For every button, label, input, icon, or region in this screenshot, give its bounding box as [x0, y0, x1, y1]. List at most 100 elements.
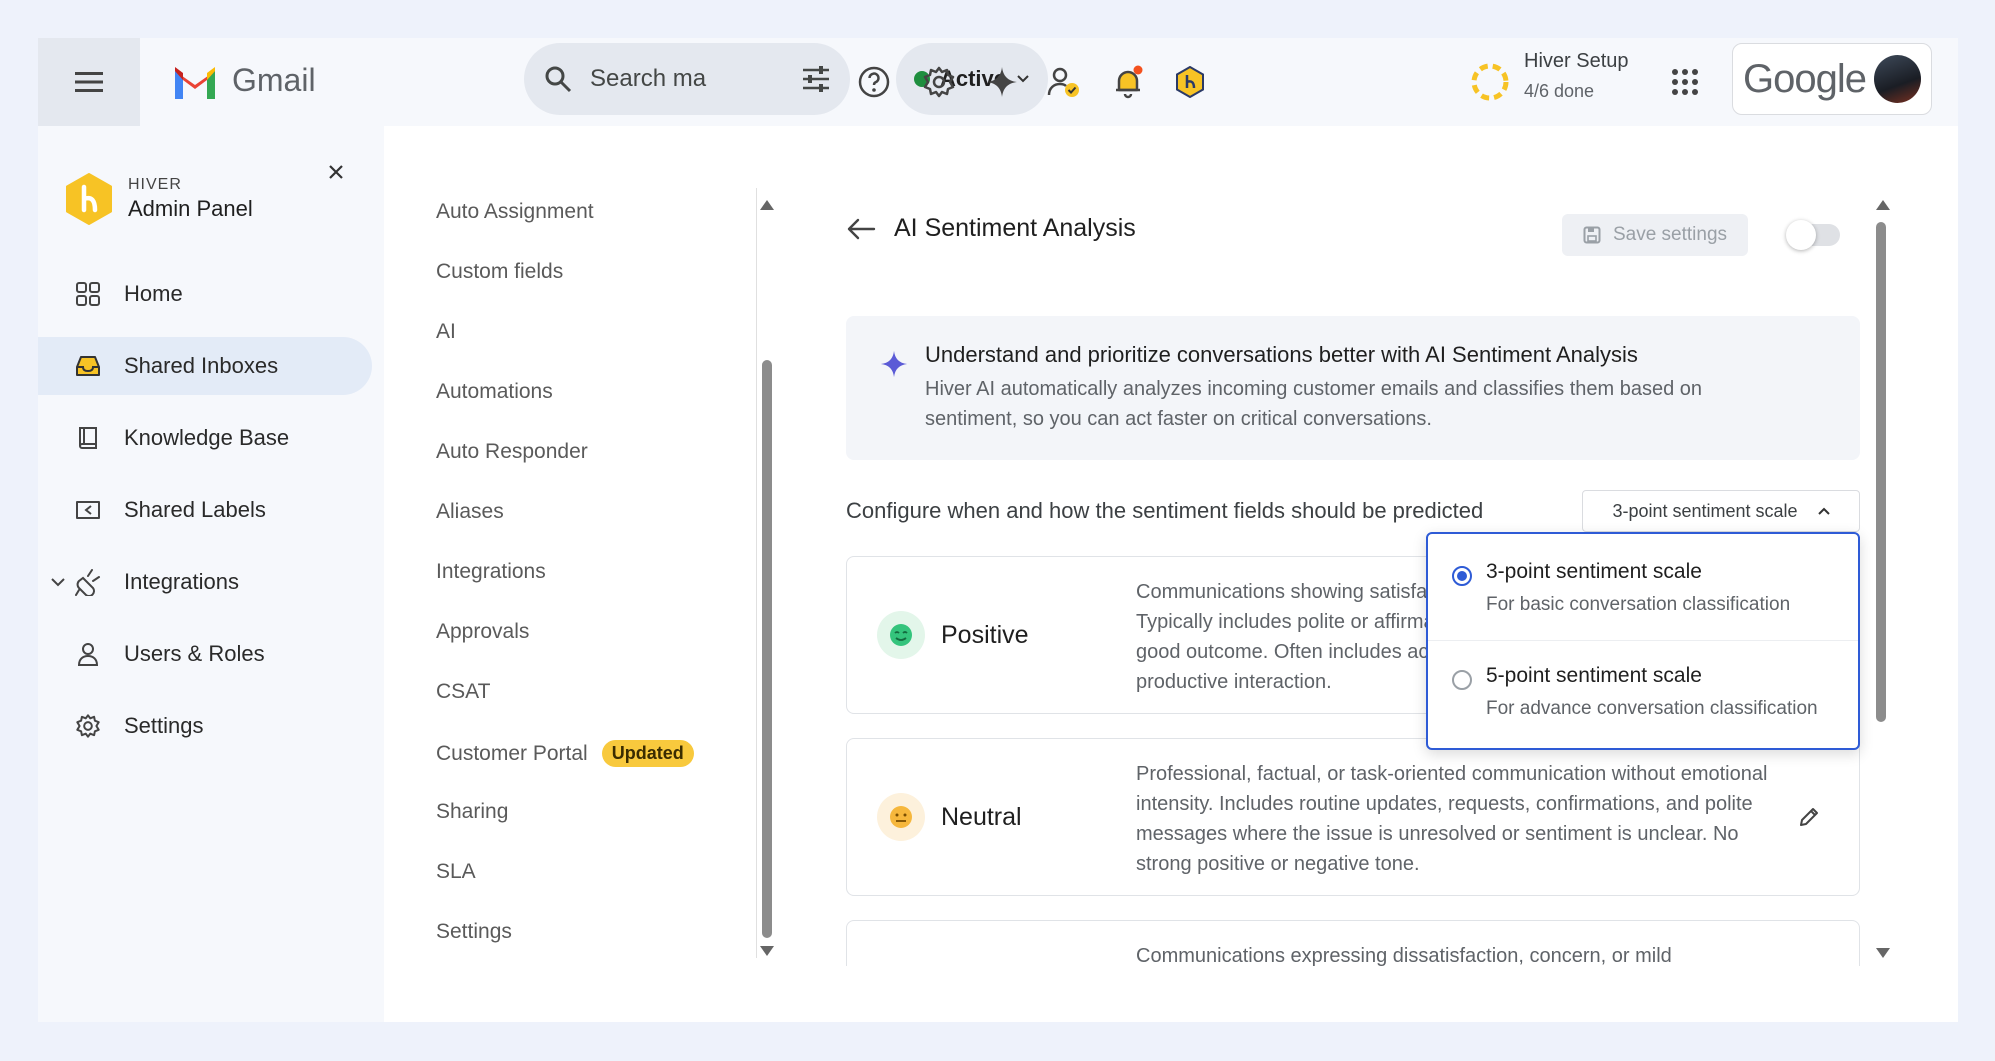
sidebar-item-settings[interactable]: Settings [38, 697, 372, 755]
main-menu-button[interactable] [38, 38, 140, 126]
submenu-item-label: SLA [436, 860, 476, 883]
assign-button[interactable] [1042, 60, 1086, 104]
google-wordmark: Google [1743, 56, 1867, 101]
sidebar-item-label: Shared Labels [124, 497, 266, 522]
scroll-up-icon[interactable] [760, 200, 774, 210]
sidebar-item-label: Integrations [124, 569, 239, 594]
submenu-item-label: CSAT [436, 680, 491, 703]
radio-selected[interactable] [1452, 566, 1472, 586]
sidebar-item-home[interactable]: Home [38, 265, 372, 323]
scale-select-value: 3-point sentiment scale [1612, 500, 1798, 521]
submenu-item-label: Aliases [436, 500, 504, 523]
submenu-item-custom-fields[interactable]: Custom fields [436, 260, 563, 284]
submenu-item-ai[interactable]: AI [436, 320, 456, 344]
ai-sparkle-icon [880, 350, 908, 378]
gear-icon [923, 66, 955, 98]
sentiment-scale-select[interactable]: 3-point sentiment scale [1582, 490, 1860, 532]
sidebar-item-shared-labels[interactable]: Shared Labels [38, 481, 372, 539]
settings-button[interactable] [917, 60, 961, 104]
save-settings-label: Save settings [1612, 224, 1728, 245]
gmail-wordmark: Gmail [232, 62, 316, 98]
help-button[interactable] [852, 60, 896, 104]
option-subtitle: For basic conversation classification [1486, 594, 1791, 615]
avatar [1873, 55, 1921, 103]
hiver-extension-button[interactable] [1168, 60, 1212, 104]
bell-icon [1116, 65, 1143, 99]
brand-small: HIVER [128, 176, 182, 193]
submenu-item-automations[interactable]: Automations [436, 380, 553, 404]
submenu-item-auto-assignment[interactable]: Auto Assignment [436, 200, 594, 224]
setup-progress: 4/6 done [1524, 81, 1595, 101]
scroll-up-icon[interactable] [1876, 200, 1890, 210]
sentiment-name: Positive [941, 621, 1029, 649]
chevron-down-icon[interactable] [50, 577, 66, 587]
gmail-logo[interactable]: Gmail [172, 62, 316, 99]
gmail-header: Gmail Search ma Active Hiver Setup 4/6 d… [38, 38, 1958, 126]
info-title: Understand and prioritize conversations … [925, 342, 1638, 367]
submenu-item-label: Integrations [436, 560, 546, 583]
sidebar-item-integrations[interactable]: Integrations [38, 553, 372, 611]
sentiment-card-negative: Communications expressing dissatisfactio… [846, 920, 1860, 966]
sentiment-description: Communications showing satisfaction, app… [1136, 577, 1436, 697]
toggle-knob [1786, 220, 1816, 250]
submenu-item-label: Approvals [436, 620, 530, 643]
sentiment-description-text: Communications showing satisfaction, app… [1136, 581, 1436, 693]
submenu-scrollbar[interactable] [762, 360, 772, 938]
sidebar-item-shared-inboxes[interactable]: Shared Inboxes [38, 337, 372, 395]
scroll-down-icon[interactable] [760, 946, 774, 956]
submenu-item-csat[interactable]: CSAT [436, 680, 490, 704]
submenu-item-label: Auto Assignment [436, 200, 594, 223]
sentiment-card-neutral: Neutral Professional, factual, or task-o… [846, 738, 1860, 896]
search-options-icon[interactable] [802, 66, 830, 92]
updated-badge: Updated [601, 740, 694, 767]
mail-search-bar[interactable]: Search ma [524, 43, 850, 115]
save-icon [1583, 226, 1601, 244]
radio-unselected[interactable] [1452, 670, 1472, 690]
option-5-point-scale[interactable]: 5-point sentiment scale For advance conv… [1428, 638, 1858, 740]
apps-button[interactable] [1663, 60, 1707, 104]
sentiment-scale-dropdown: 3-point sentiment scale For basic conver… [1426, 532, 1860, 750]
submenu-item-approvals[interactable]: Approvals [436, 620, 529, 644]
submenu-item-auto-responder[interactable]: Auto Responder [436, 440, 588, 464]
close-button[interactable] [328, 156, 344, 187]
google-account-button[interactable]: Google [1732, 43, 1932, 115]
option-subtitle: For advance conversation classification [1486, 698, 1818, 719]
scroll-down-icon[interactable] [1876, 948, 1890, 958]
sidebar-item-users-roles[interactable]: Users & Roles [38, 625, 372, 683]
sentiment-name: Neutral [941, 803, 1022, 831]
submenu-item-label: Auto Responder [436, 440, 588, 463]
content-scrollbar[interactable] [1876, 222, 1886, 722]
submenu-item-aliases[interactable]: Aliases [436, 500, 504, 524]
save-settings-button[interactable]: Save settings [1562, 214, 1748, 256]
edit-pencil-icon[interactable] [1797, 805, 1821, 829]
sidebar-item-label: Settings [124, 713, 204, 738]
setup-title: Hiver Setup [1524, 50, 1629, 72]
submenu-item-integrations[interactable]: Integrations [436, 560, 546, 584]
setup-progress-ring[interactable] [1468, 60, 1512, 104]
hiver-sidebar: HIVER Admin Panel Home Shared Inboxes Kn… [38, 126, 384, 1022]
submenu-item-sla[interactable]: SLA [436, 860, 476, 884]
setup-status[interactable]: Hiver Setup 4/6 done [1524, 50, 1629, 102]
notifications-button[interactable] [1106, 60, 1150, 104]
submenu-item-settings[interactable]: Settings [436, 920, 512, 944]
grid-icon [74, 280, 102, 308]
submenu-item-sharing[interactable]: Sharing [436, 800, 508, 824]
back-arrow-icon[interactable] [846, 218, 876, 240]
submenu-item-label: Custom fields [436, 260, 564, 283]
enable-toggle[interactable] [1786, 220, 1840, 250]
option-3-point-scale[interactable]: 3-point sentiment scale For basic conver… [1428, 534, 1858, 636]
gmail-m-icon [175, 66, 215, 99]
brand: HIVER Admin Panel [64, 172, 253, 226]
gemini-button[interactable] [980, 60, 1024, 104]
plug-icon [74, 568, 102, 596]
sidebar-item-knowledge-base[interactable]: Knowledge Base [38, 409, 372, 467]
chevron-up-icon [1817, 507, 1830, 515]
option-title: 3-point sentiment scale [1486, 560, 1702, 583]
neutral-face-icon [877, 793, 925, 841]
submenu-item-customer-portal[interactable]: Customer Portal Updated [436, 740, 694, 767]
search-icon[interactable] [544, 65, 572, 93]
submenu-divider [756, 188, 757, 958]
settings-submenu: Auto Assignment Custom fields AI Automat… [384, 126, 774, 1022]
help-icon [858, 66, 890, 98]
search-input[interactable]: Search ma [590, 65, 784, 93]
